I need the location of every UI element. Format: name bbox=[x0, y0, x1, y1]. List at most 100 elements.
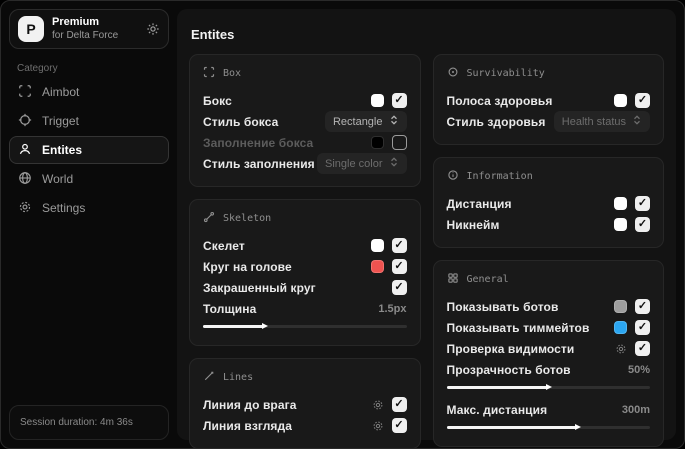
check-icon: ✓ bbox=[637, 300, 648, 312]
setting-row-bots-opacity: Прозрачность ботов 50% bbox=[447, 359, 651, 380]
check-icon: ✓ bbox=[394, 239, 404, 251]
slider-thumb[interactable] bbox=[546, 384, 553, 390]
setting-label: Линия до врага bbox=[203, 397, 297, 412]
color-swatch[interactable] bbox=[370, 260, 384, 273]
setting-row-thickness: Толщина 1.5px bbox=[203, 298, 407, 319]
premium-subtitle: for Delta Force bbox=[52, 29, 119, 41]
sidebar-item-label: Settings bbox=[42, 201, 86, 215]
color-swatch[interactable] bbox=[614, 300, 627, 313]
setting-label: Показывать тиммейтов bbox=[446, 320, 590, 335]
color-swatch[interactable] bbox=[614, 218, 627, 231]
slider-thumb[interactable] bbox=[262, 323, 269, 329]
chevron-up-down-icon bbox=[389, 114, 399, 129]
sidebar-item-label: Aimbot bbox=[42, 85, 80, 99]
checkbox-checked[interactable]: ✓ bbox=[635, 299, 650, 314]
checkbox-checked[interactable]: ✓ bbox=[391, 238, 407, 253]
session-duration: Session duration: 4m 36s bbox=[9, 405, 169, 440]
fill-style-select[interactable]: Single color bbox=[317, 153, 407, 174]
panel-skeleton-header: Skeleton bbox=[203, 211, 407, 226]
sidebar-item-entites[interactable]: Entites bbox=[9, 136, 169, 164]
info-icon bbox=[447, 169, 459, 184]
slider-value: 50% bbox=[627, 363, 650, 376]
check-icon: ✓ bbox=[637, 321, 648, 333]
checkbox-checked[interactable]: ✓ bbox=[635, 217, 650, 232]
survivability-icon bbox=[447, 66, 459, 81]
panel-title: Survivability bbox=[466, 68, 545, 79]
setting-label: Заполнение бокса bbox=[203, 135, 314, 150]
checkbox-checked[interactable]: ✓ bbox=[391, 280, 407, 295]
check-icon: ✓ bbox=[394, 281, 404, 293]
panel-box: Box Бокс ✓ Стиль бокса Rectangle Заполне… bbox=[189, 54, 421, 187]
sidebar-item-settings[interactable]: Settings bbox=[9, 194, 169, 222]
sidebar-item-aimbot[interactable]: Aimbot bbox=[9, 78, 169, 106]
panel-lines: Lines Линия до врага ✓ Линия взгляда ✓ bbox=[189, 358, 421, 448]
color-swatch[interactable] bbox=[614, 94, 627, 107]
bots-opacity-slider[interactable] bbox=[446, 383, 650, 392]
setting-label: Стиль бокса bbox=[203, 114, 279, 129]
check-icon: ✓ bbox=[637, 342, 648, 354]
select-value: Rectangle bbox=[332, 115, 383, 128]
setting-label: Полоса здоровья bbox=[446, 93, 553, 108]
panel-title: Lines bbox=[223, 372, 254, 383]
slider-value: 1.5px bbox=[378, 302, 407, 315]
color-swatch[interactable] bbox=[370, 94, 384, 107]
right-column: Survivability Полоса здоровья ✓ Стиль зд… bbox=[432, 54, 664, 447]
setting-row-view-line: Линия взгляда ✓ bbox=[203, 415, 407, 436]
panel-general-header: General bbox=[447, 272, 651, 287]
panel-lines-header: Lines bbox=[203, 370, 407, 385]
setting-label: Бокс bbox=[203, 93, 232, 108]
gear-icon[interactable] bbox=[372, 420, 384, 432]
globe-icon bbox=[18, 171, 32, 188]
check-icon: ✓ bbox=[637, 197, 648, 209]
color-swatch[interactable] bbox=[614, 197, 627, 210]
checkbox-unchecked[interactable] bbox=[391, 135, 407, 150]
color-swatch[interactable] bbox=[370, 136, 384, 149]
panel-information-header: Information bbox=[447, 169, 651, 184]
premium-meta: Premium for Delta Force bbox=[52, 16, 138, 41]
setting-row-enemy-line: Линия до врага ✓ bbox=[203, 394, 407, 415]
setting-label: Толщина bbox=[203, 301, 257, 316]
users-icon bbox=[18, 142, 32, 159]
max-distance-slider[interactable] bbox=[446, 423, 650, 432]
checkbox-checked[interactable]: ✓ bbox=[635, 320, 650, 335]
setting-row-box-style: Стиль бокса Rectangle bbox=[203, 111, 407, 132]
color-swatch[interactable] bbox=[614, 321, 627, 334]
gear-icon[interactable] bbox=[615, 343, 627, 355]
gear-icon[interactable] bbox=[372, 399, 384, 411]
page-title: Entites bbox=[191, 27, 235, 42]
chevron-up-down-icon bbox=[389, 156, 399, 171]
check-icon: ✓ bbox=[637, 218, 648, 230]
checkbox-checked[interactable]: ✓ bbox=[635, 196, 650, 211]
check-icon: ✓ bbox=[394, 398, 404, 410]
box-icon bbox=[203, 66, 215, 81]
gear-icon[interactable] bbox=[146, 22, 160, 36]
setting-row-max-distance: Макс. дистанция 300m bbox=[447, 399, 651, 420]
line-icon bbox=[203, 370, 215, 385]
color-swatch[interactable] bbox=[370, 239, 384, 252]
check-icon: ✓ bbox=[637, 94, 648, 106]
health-style-select[interactable]: Health status bbox=[553, 111, 650, 132]
category-label: Category bbox=[17, 63, 58, 74]
sidebar-item-trigget[interactable]: Trigget bbox=[9, 107, 169, 135]
panel-survivability: Survivability Полоса здоровья ✓ Стиль зд… bbox=[432, 54, 664, 145]
setting-row-box-fill: Заполнение бокса bbox=[203, 132, 407, 153]
sidebar-item-world[interactable]: World bbox=[9, 165, 169, 193]
checkbox-checked[interactable]: ✓ bbox=[635, 93, 650, 108]
slider-value: 300m bbox=[621, 403, 650, 416]
thickness-slider[interactable] bbox=[203, 322, 407, 331]
setting-label: Никнейм bbox=[446, 217, 500, 232]
panel-title: Information bbox=[466, 171, 533, 182]
slider-thumb[interactable] bbox=[574, 424, 581, 430]
checkbox-checked[interactable]: ✓ bbox=[391, 397, 407, 412]
panel-box-header: Box bbox=[203, 66, 407, 81]
checkbox-checked[interactable]: ✓ bbox=[635, 341, 650, 356]
app-window: P Premium for Delta Force Category Aimbo… bbox=[0, 0, 685, 449]
panel-title: General bbox=[466, 274, 509, 285]
setting-label: Линия взгляда bbox=[203, 418, 293, 433]
checkbox-checked[interactable]: ✓ bbox=[391, 418, 407, 433]
crosshair-icon bbox=[18, 113, 32, 130]
checkbox-checked[interactable]: ✓ bbox=[391, 259, 407, 274]
box-style-select[interactable]: Rectangle bbox=[324, 111, 407, 132]
select-value: Single color bbox=[325, 157, 383, 170]
checkbox-checked[interactable]: ✓ bbox=[391, 93, 407, 108]
